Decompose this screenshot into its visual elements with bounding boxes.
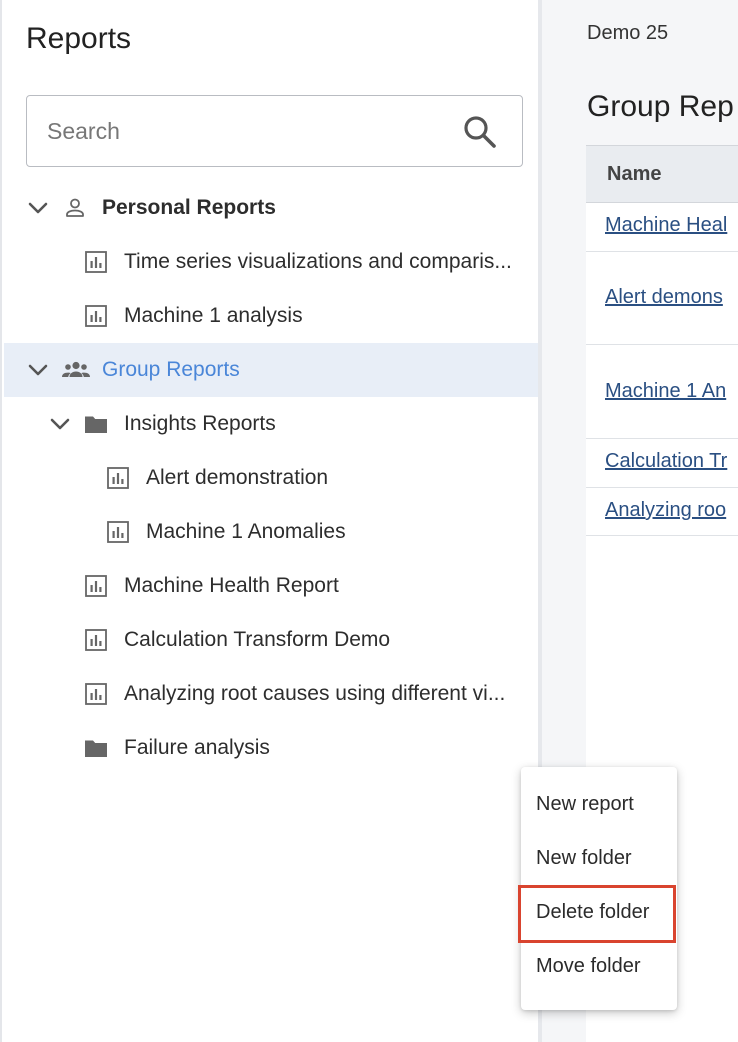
- table-row: Machine Heal: [586, 203, 738, 252]
- tree-item-label: Alert demonstration: [146, 466, 329, 489]
- column-header-name[interactable]: Name: [607, 163, 661, 186]
- tree-item-report[interactable]: Machine Health Report: [4, 559, 542, 613]
- report-icon: [85, 305, 107, 327]
- menu-item-label: Delete folder: [536, 901, 650, 923]
- report-icon: [85, 683, 107, 705]
- tree-folder-failure[interactable]: Failure analysis: [4, 721, 542, 775]
- report-icon: [107, 521, 129, 543]
- tree-personal-reports[interactable]: Personal Reports: [4, 181, 542, 235]
- reports-sidebar: Reports Personal Reports Time series vis…: [0, 0, 542, 1042]
- table-row: Machine 1 An: [586, 345, 738, 439]
- tree-item-report[interactable]: Machine 1 analysis: [4, 289, 542, 343]
- tree-folder-label: Failure analysis: [124, 736, 270, 759]
- context-menu: New report New folder Delete folder Move…: [518, 767, 677, 1010]
- tree-item-report[interactable]: Calculation Transform Demo: [4, 613, 542, 667]
- report-link[interactable]: Alert demons: [605, 286, 723, 309]
- tree-item-report[interactable]: Time series visualizations and comparis.…: [4, 235, 542, 289]
- menu-item-label: New folder: [536, 847, 632, 869]
- tree-item-label: Machine Health Report: [124, 574, 339, 597]
- tree-label-group: Group Reports: [102, 358, 240, 381]
- menu-item-new-report[interactable]: New report: [521, 779, 677, 833]
- tree-item-report[interactable]: Machine 1 Anomalies: [4, 505, 542, 559]
- chevron-down-icon[interactable]: [26, 196, 50, 220]
- table-row: Analyzing roo: [586, 488, 738, 536]
- tree-group-reports[interactable]: Group Reports: [4, 343, 542, 397]
- chevron-down-icon[interactable]: [26, 358, 50, 382]
- tree-item-label: Machine 1 analysis: [124, 304, 303, 327]
- tree-item-report[interactable]: Analyzing root causes using different vi…: [4, 667, 542, 721]
- report-icon: [85, 251, 107, 273]
- tree-label-personal: Personal Reports: [102, 196, 276, 219]
- report-link[interactable]: Analyzing roo: [605, 499, 726, 522]
- search-box[interactable]: [26, 95, 523, 167]
- chevron-down-icon[interactable]: [48, 412, 72, 436]
- search-icon[interactable]: [462, 114, 498, 150]
- table-header[interactable]: Name: [586, 145, 738, 203]
- sidebar-title: Reports: [26, 22, 132, 55]
- menu-item-move-folder[interactable]: Move folder: [521, 941, 677, 995]
- folder-icon: [85, 740, 107, 757]
- tree-item-report[interactable]: Alert demonstration: [4, 451, 542, 505]
- report-icon: [85, 629, 107, 651]
- table-row: Alert demons: [586, 252, 738, 345]
- tree-item-label: Machine 1 Anomalies: [146, 520, 346, 543]
- report-icon: [85, 575, 107, 597]
- table-row: Calculation Tr: [586, 439, 738, 488]
- menu-item-delete-folder[interactable]: Delete folder: [518, 885, 676, 943]
- tree-item-label: Time series visualizations and comparis.…: [124, 250, 512, 273]
- breadcrumb[interactable]: Demo 25: [587, 22, 668, 45]
- search-input[interactable]: [47, 114, 447, 148]
- report-link[interactable]: Machine Heal: [605, 214, 727, 237]
- menu-item-label: Move folder: [536, 955, 641, 977]
- report-icon: [107, 467, 129, 489]
- page-title: Group Rep: [587, 90, 734, 123]
- tree-folder-label: Insights Reports: [124, 412, 276, 435]
- menu-item-label: New report: [536, 793, 634, 815]
- folder-icon: [85, 416, 107, 433]
- report-link[interactable]: Machine 1 An: [605, 380, 726, 403]
- group-icon: [62, 361, 90, 377]
- tree-item-label: Calculation Transform Demo: [124, 628, 391, 651]
- menu-item-new-folder[interactable]: New folder: [521, 833, 677, 887]
- tree-folder-insights[interactable]: Insights Reports: [4, 397, 542, 451]
- report-link[interactable]: Calculation Tr: [605, 450, 727, 473]
- person-icon: [66, 198, 84, 217]
- tree-item-label: Analyzing root causes using different vi…: [124, 682, 506, 705]
